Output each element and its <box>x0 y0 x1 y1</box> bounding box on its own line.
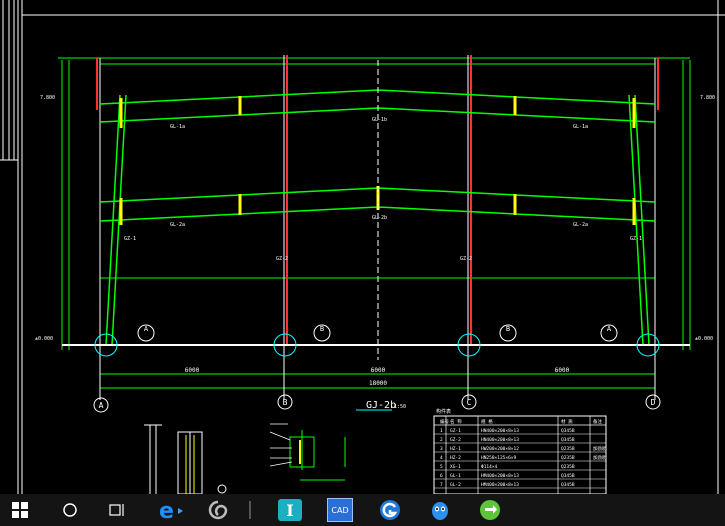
search-circle-icon <box>63 503 77 517</box>
table-cell: HM400×200×8×13 <box>481 482 519 488</box>
table-cell: GL-2 <box>450 482 461 488</box>
taskbar-app-internet-explorer[interactable]: e <box>150 494 192 526</box>
taskbar-app-browser-g[interactable] <box>370 494 410 526</box>
dim-span-1: 6000 <box>185 367 200 374</box>
table-cell: HN400×200×8×13 <box>481 428 519 434</box>
dim-span-3: 6000 <box>555 367 570 374</box>
section-mark-1: A <box>144 325 149 333</box>
table-cell: GZ-1 <box>450 428 461 434</box>
table-cell: 6 <box>440 473 443 479</box>
search-button[interactable] <box>50 494 90 526</box>
beam-label-mid: GL-2b <box>372 215 387 221</box>
swirl-browser-icon <box>208 500 228 520</box>
beam-label-left-top: GL-1a <box>170 124 185 130</box>
windows-taskbar: e I CAD <box>0 494 725 526</box>
table-cell: GZ-2 <box>450 437 461 443</box>
table-cell: HW200×200×8×12 <box>481 446 519 452</box>
table-cell: 加劲肋 <box>593 454 607 461</box>
taskbar-app-360-browser[interactable] <box>198 494 238 526</box>
table-header-cell: 名 称 <box>450 418 462 425</box>
table-cell: HZ-1 <box>450 446 461 452</box>
table-cell: 3 <box>440 446 443 452</box>
taskbar-separator <box>246 494 254 526</box>
elev-left-ground: ±0.000 <box>35 336 53 342</box>
table-header-cell: 编号 <box>440 418 449 425</box>
table-cell: 2 <box>440 437 443 443</box>
windows-start-button[interactable] <box>0 494 40 526</box>
table-cell: HM400×200×8×13 <box>481 473 519 479</box>
table-cell: 4 <box>440 455 443 461</box>
table-text: 编号名 称 规 格 材 质 备注 1 GZ-1 HN400×200×8×13 Q345B 2 GZ… <box>440 418 607 488</box>
elev-right-ground: ±0.000 <box>695 336 713 342</box>
axis-bubble-d: D <box>651 398 656 407</box>
table-cell: 7 <box>440 482 443 488</box>
qq-penguin-icon <box>432 502 448 520</box>
table-header-cell: 备注 <box>593 418 602 425</box>
table-cell: Q345B <box>561 473 575 479</box>
col-label-right: GZ-1 <box>630 236 642 242</box>
table-cell: Q235B <box>561 464 575 470</box>
section-mark-3: B <box>506 325 510 333</box>
table-cell: GL-1 <box>450 473 461 479</box>
frame-scale: 1:50 <box>394 404 406 410</box>
beam-label-right-mid: GL-2a <box>573 222 588 228</box>
table-cell: Q235B <box>561 455 575 461</box>
table-header-cell: 材 质 <box>561 418 573 425</box>
table-cell: 加劲肋 <box>593 445 607 452</box>
beam-label-left-mid: GL-2a <box>170 222 185 228</box>
windows-logo-icon <box>12 502 28 518</box>
table-cell: 5 <box>440 464 443 470</box>
table-cell: Q345B <box>561 482 575 488</box>
table-cell: Q345B <box>561 428 575 434</box>
table-cell: Φ114×4 <box>481 464 498 470</box>
section-mark-2: B <box>320 325 324 333</box>
section-mark-4: A <box>607 325 612 333</box>
col-label-mid-left: GZ-2 <box>276 256 288 262</box>
frame-title: GJ-2b <box>366 400 396 411</box>
cad-icon: CAD <box>327 498 353 522</box>
table-cell: Q235B <box>561 446 575 452</box>
table-cell: HN250×125×6×9 <box>481 455 517 461</box>
beam-label-top: GL-1b <box>372 117 387 123</box>
table-cell: 1 <box>440 428 443 434</box>
elev-right-top: 7.800 <box>700 95 715 101</box>
blue-g-browser-icon <box>380 500 400 520</box>
taskbar-app-cad[interactable]: CAD <box>320 494 360 526</box>
col-label-left: GZ-1 <box>124 236 136 242</box>
taskbar-app-green[interactable] <box>470 494 510 526</box>
dim-total: 18000 <box>369 380 387 387</box>
svg-text:e: e <box>159 499 174 521</box>
task-view-icon <box>109 504 124 516</box>
table-cell: Q345B <box>561 437 575 443</box>
task-view-button[interactable] <box>98 494 138 526</box>
green-circle-app-icon <box>480 500 500 520</box>
cad-viewport[interactable]: A B B A A B C D 18000 6000 6000 6000 7.8… <box>0 0 725 495</box>
taskbar-app-qq[interactable] <box>420 494 460 526</box>
table-cell: HZ-2 <box>450 455 461 461</box>
dim-span-2: 6000 <box>371 367 386 374</box>
table-cell: XG-1 <box>450 464 461 470</box>
beam-label-right-top: GL-1a <box>573 124 588 130</box>
table-cell: HN400×200×8×13 <box>481 437 519 443</box>
col-label-mid-right: GZ-2 <box>460 256 472 262</box>
table-title: 构件表 <box>436 408 451 415</box>
text-tool-icon: I <box>278 499 302 521</box>
elev-left-top: 7.800 <box>40 95 55 101</box>
axis-bubble-b: B <box>283 398 288 407</box>
axis-bubble-a: A <box>99 401 104 410</box>
axis-bubble-c: C <box>467 398 472 407</box>
taskbar-app-text-tool[interactable]: I <box>270 494 310 526</box>
drawing-canvas: A B B A A B C D 18000 6000 6000 6000 7.8… <box>0 0 725 495</box>
internet-explorer-icon: e <box>159 499 183 521</box>
table-header-cell: 规 格 <box>481 418 493 425</box>
